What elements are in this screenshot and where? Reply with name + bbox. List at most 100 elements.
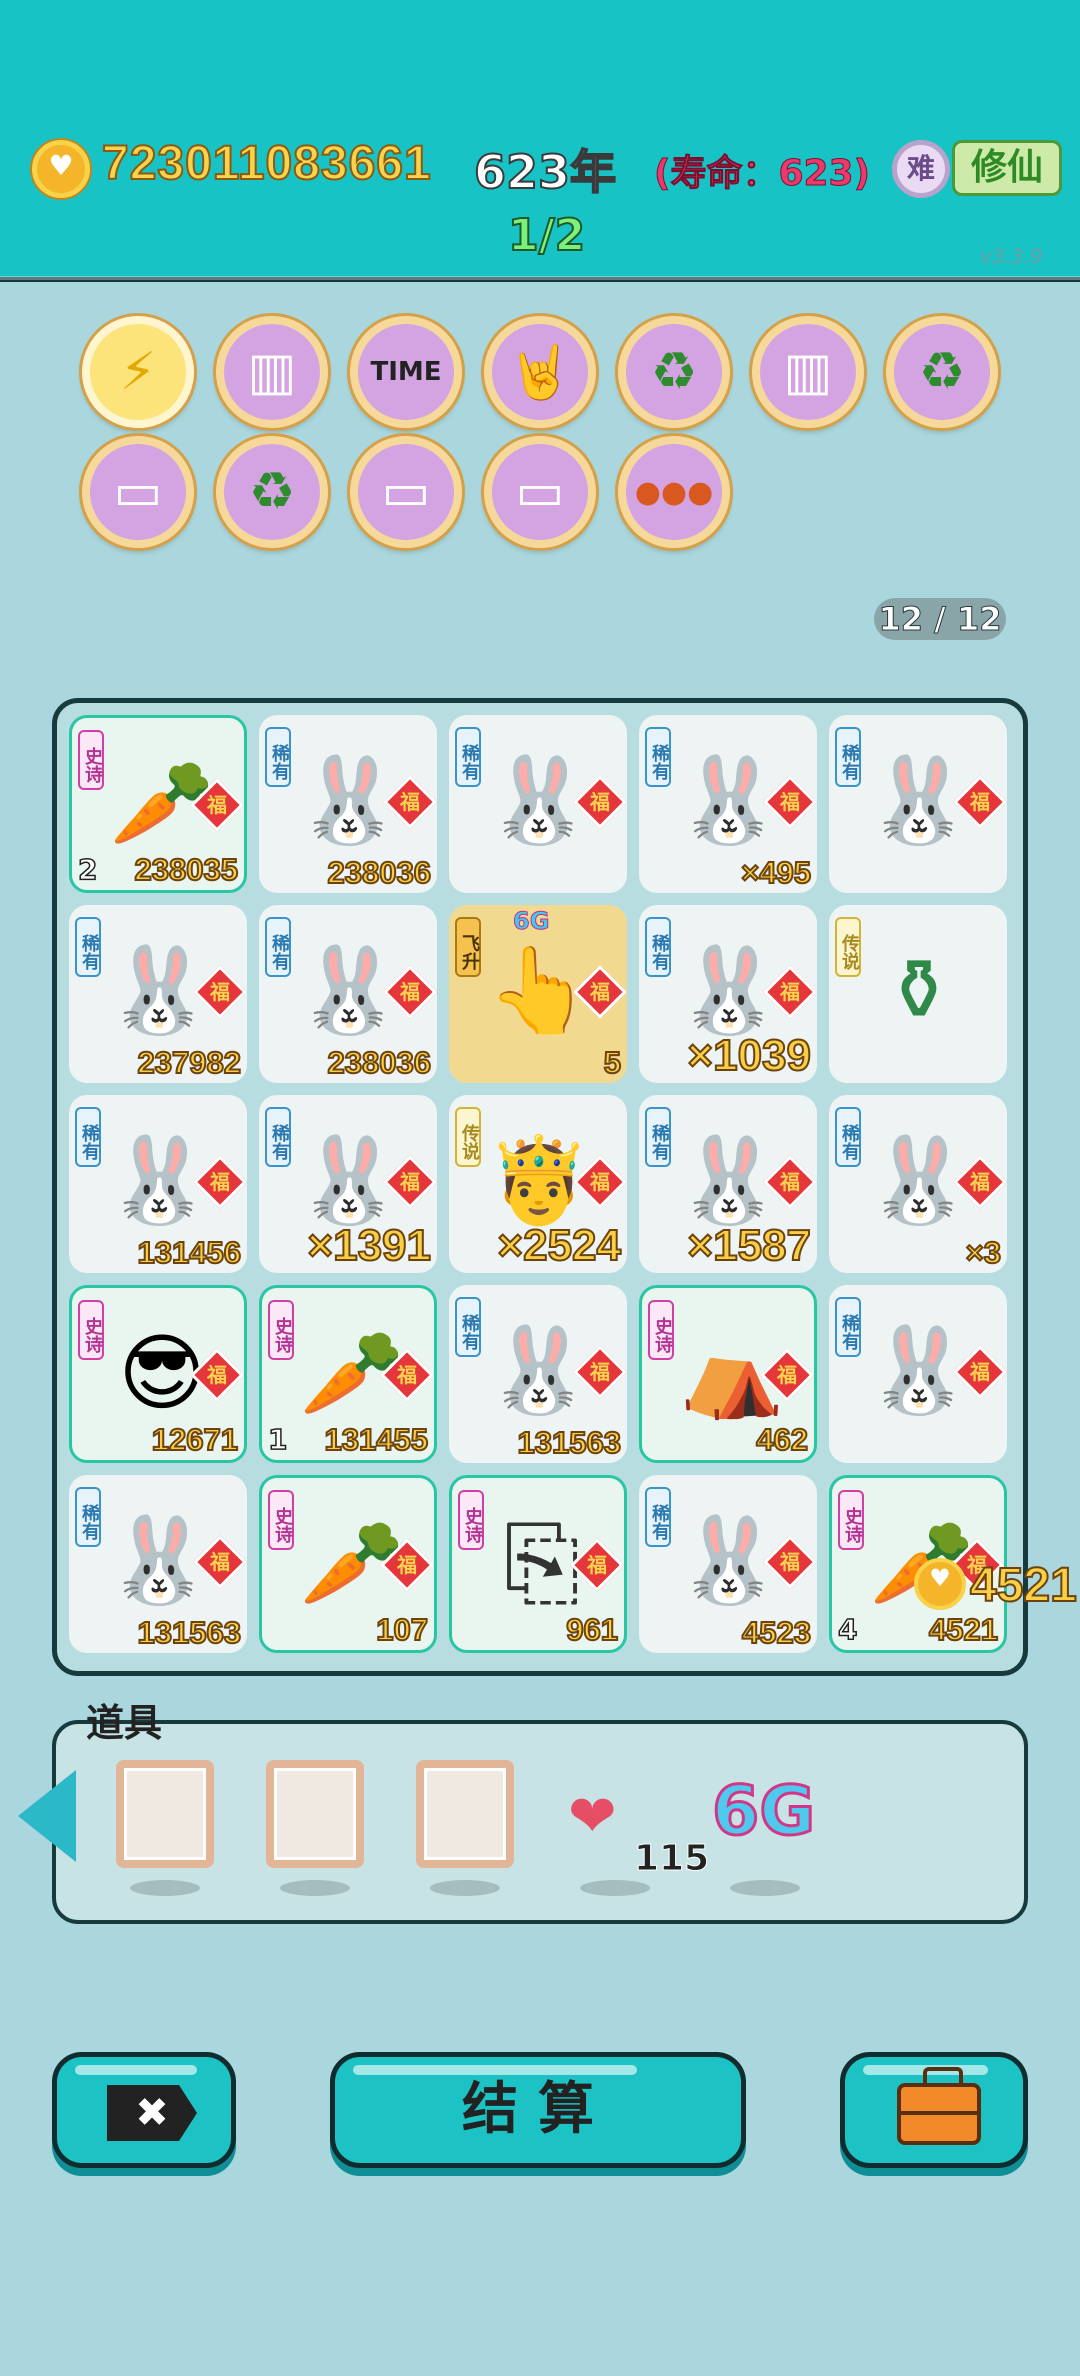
tissue-box-icon[interactable]: ▭ (350, 436, 462, 548)
coin-icon (32, 140, 90, 198)
rarity-tag: 传说 (455, 1107, 481, 1167)
board-cell[interactable]: 稀有 🐰 福 ×495 (639, 715, 817, 893)
sixg-prop[interactable]: 6G (710, 1771, 816, 1853)
board-cell[interactable]: 稀有 🐰 福 ×1587 (639, 1095, 817, 1273)
cell-value: 4523 (741, 1614, 812, 1651)
board-cell[interactable]: 稀有 🐰 福 131563 (69, 1475, 247, 1653)
cell-value: 238035 (134, 851, 239, 888)
cell-value: 131455 (324, 1421, 429, 1458)
board-cell[interactable]: 稀有 🐰 福 (829, 1285, 1007, 1463)
board-cell[interactable]: 稀有 🐰 福 ×3 (829, 1095, 1007, 1273)
rarity-tag: 稀有 (75, 1107, 101, 1167)
cultivate-button[interactable]: 修仙 (952, 140, 1062, 196)
item-board: 史诗 🥕 福 238035 2 稀有 🐰 福 238036 稀有 🐰 福稀有 🐰 福 ×495 稀有 🐰 福稀有 🐰… (52, 698, 1028, 1676)
props-prev-arrow-icon[interactable] (18, 1770, 76, 1862)
board-cell[interactable]: 稀有 🐰 福 238036 (259, 905, 437, 1083)
cell-level: 2 (77, 852, 98, 887)
prop-shadow (730, 1880, 800, 1896)
recycle-icon[interactable]: ♻ (886, 316, 998, 428)
fortune-label: 福 (970, 790, 990, 814)
backpack-button[interactable] (840, 2052, 1028, 2168)
relic-glyph: ▥ (783, 342, 833, 402)
coin-balance: 723011083661 (101, 136, 432, 191)
board-cell[interactable]: 史诗 🥕 福 131455 1 (259, 1285, 437, 1463)
relic-glyph: ♻ (918, 342, 966, 402)
cell-value: 5 (603, 1044, 622, 1081)
prop-slot-3[interactable] (416, 1760, 514, 1868)
rarity-tag: 史诗 (78, 730, 104, 790)
current-year: 623年 (473, 144, 617, 200)
fortune-label: 福 (210, 1550, 230, 1574)
fortune-label: 福 (780, 980, 800, 1004)
board-cell[interactable]: 稀有 🐰 福 (829, 715, 1007, 893)
fortune-label: 福 (397, 1363, 417, 1387)
cancel-button[interactable]: ✖ (52, 2052, 236, 2168)
fortune-label: 福 (777, 1363, 797, 1387)
relic-glyph: ⚡ (119, 342, 157, 402)
rarity-tag: 史诗 (458, 1490, 484, 1550)
tissue-box-icon[interactable]: ▭ (82, 436, 194, 548)
basketballs-icon[interactable]: ●●● (618, 436, 730, 548)
board-cell[interactable]: 稀有 🐰 福 ×1039 (639, 905, 817, 1083)
relic-glyph: ▭ (515, 462, 565, 522)
board-cell[interactable]: 史诗 ⎘ 福 961 (449, 1475, 627, 1653)
board-cell[interactable]: 史诗 ⛺ 福 462 (639, 1285, 817, 1463)
recycle-icon[interactable]: ♻ (216, 436, 328, 548)
fortune-label: 福 (400, 1170, 420, 1194)
tissue-box-icon[interactable]: ▭ (484, 436, 596, 548)
prop-slot-2[interactable] (266, 1760, 364, 1868)
rarity-tag: 史诗 (268, 1490, 294, 1550)
rarity-tag: 稀有 (835, 727, 861, 787)
fortune-label: 福 (400, 790, 420, 814)
fortune-label: 福 (780, 1550, 800, 1574)
board-cell[interactable]: 传说 🤴 福 ×2524 (449, 1095, 627, 1273)
lightning-icon[interactable]: ⚡ (82, 316, 194, 428)
fortune-label: 福 (590, 790, 610, 814)
rarity-tag: 稀有 (75, 1487, 101, 1547)
board-cell[interactable]: 传说 ⚱ (829, 905, 1007, 1083)
cell-value: 131563 (517, 1424, 622, 1461)
prop-slot-1[interactable] (116, 1760, 214, 1868)
settle-button[interactable]: 结算 (330, 2052, 746, 2168)
relic-glyph: 🤘 (507, 342, 573, 403)
skirt-icon[interactable]: ▥ (216, 316, 328, 428)
cell-value: ×3 (965, 1234, 1002, 1271)
props-title: 道具 (86, 1700, 163, 1745)
skirt-icon[interactable]: ▥ (752, 316, 864, 428)
board-cell[interactable]: 稀有 🐰 福 4523 (639, 1475, 817, 1653)
board-cell[interactable]: 稀有 🐰 福 (449, 715, 627, 893)
rarity-tag: 飞升 (455, 917, 481, 977)
recycle-icon[interactable]: ♻ (618, 316, 730, 428)
rarity-tag: 稀有 (835, 1297, 861, 1357)
cell-value: 12671 (151, 1421, 239, 1458)
board-cell[interactable]: 史诗 🥕 福 107 (259, 1475, 437, 1653)
rarity-tag: 稀有 (265, 917, 291, 977)
time-magazine-icon[interactable]: TIME (350, 316, 462, 428)
cell-value: ×2524 (496, 1220, 622, 1271)
cell-value: 961 (565, 1611, 619, 1648)
floating-coin-gain: 4521 (969, 1558, 1078, 1613)
fortune-label: 福 (207, 1363, 227, 1387)
liver-icon[interactable]: ❤ (568, 1782, 617, 1850)
board-cell[interactable]: 稀有 🐰 福 131563 (449, 1285, 627, 1463)
fortune-label: 福 (210, 980, 230, 1004)
relic-glyph: ♻ (650, 342, 698, 402)
board-cell[interactable]: 史诗 🥕 福 238035 2 (69, 715, 247, 893)
board-cell[interactable]: 稀有 🐰 福 237982 (69, 905, 247, 1083)
fortune-label: 福 (970, 1170, 990, 1194)
cell-value: ×1587 (686, 1220, 812, 1271)
board-cell[interactable]: 飞升 👆 福 6G 5 (449, 905, 627, 1083)
fortune-label: 福 (207, 793, 227, 817)
cell-level: 4 (837, 1612, 858, 1647)
rock-hand-icon[interactable]: 🤘 (484, 316, 596, 428)
cell-value: 4521 (928, 1611, 999, 1648)
board-cell[interactable]: 稀有 🐰 福 131456 (69, 1095, 247, 1273)
board-cell[interactable]: 稀有 🐰 福 ×1391 (259, 1095, 437, 1273)
rarity-tag: 稀有 (265, 727, 291, 787)
board-cell[interactable]: 稀有 🐰 福 238036 (259, 715, 437, 893)
board-cell[interactable]: 史诗 😎 福 12671 (69, 1285, 247, 1463)
close-icon: ✖ (107, 2085, 197, 2141)
difficulty-badge[interactable]: 难 (892, 140, 950, 198)
fortune-label: 福 (780, 790, 800, 814)
fortune-label: 福 (590, 1360, 610, 1384)
